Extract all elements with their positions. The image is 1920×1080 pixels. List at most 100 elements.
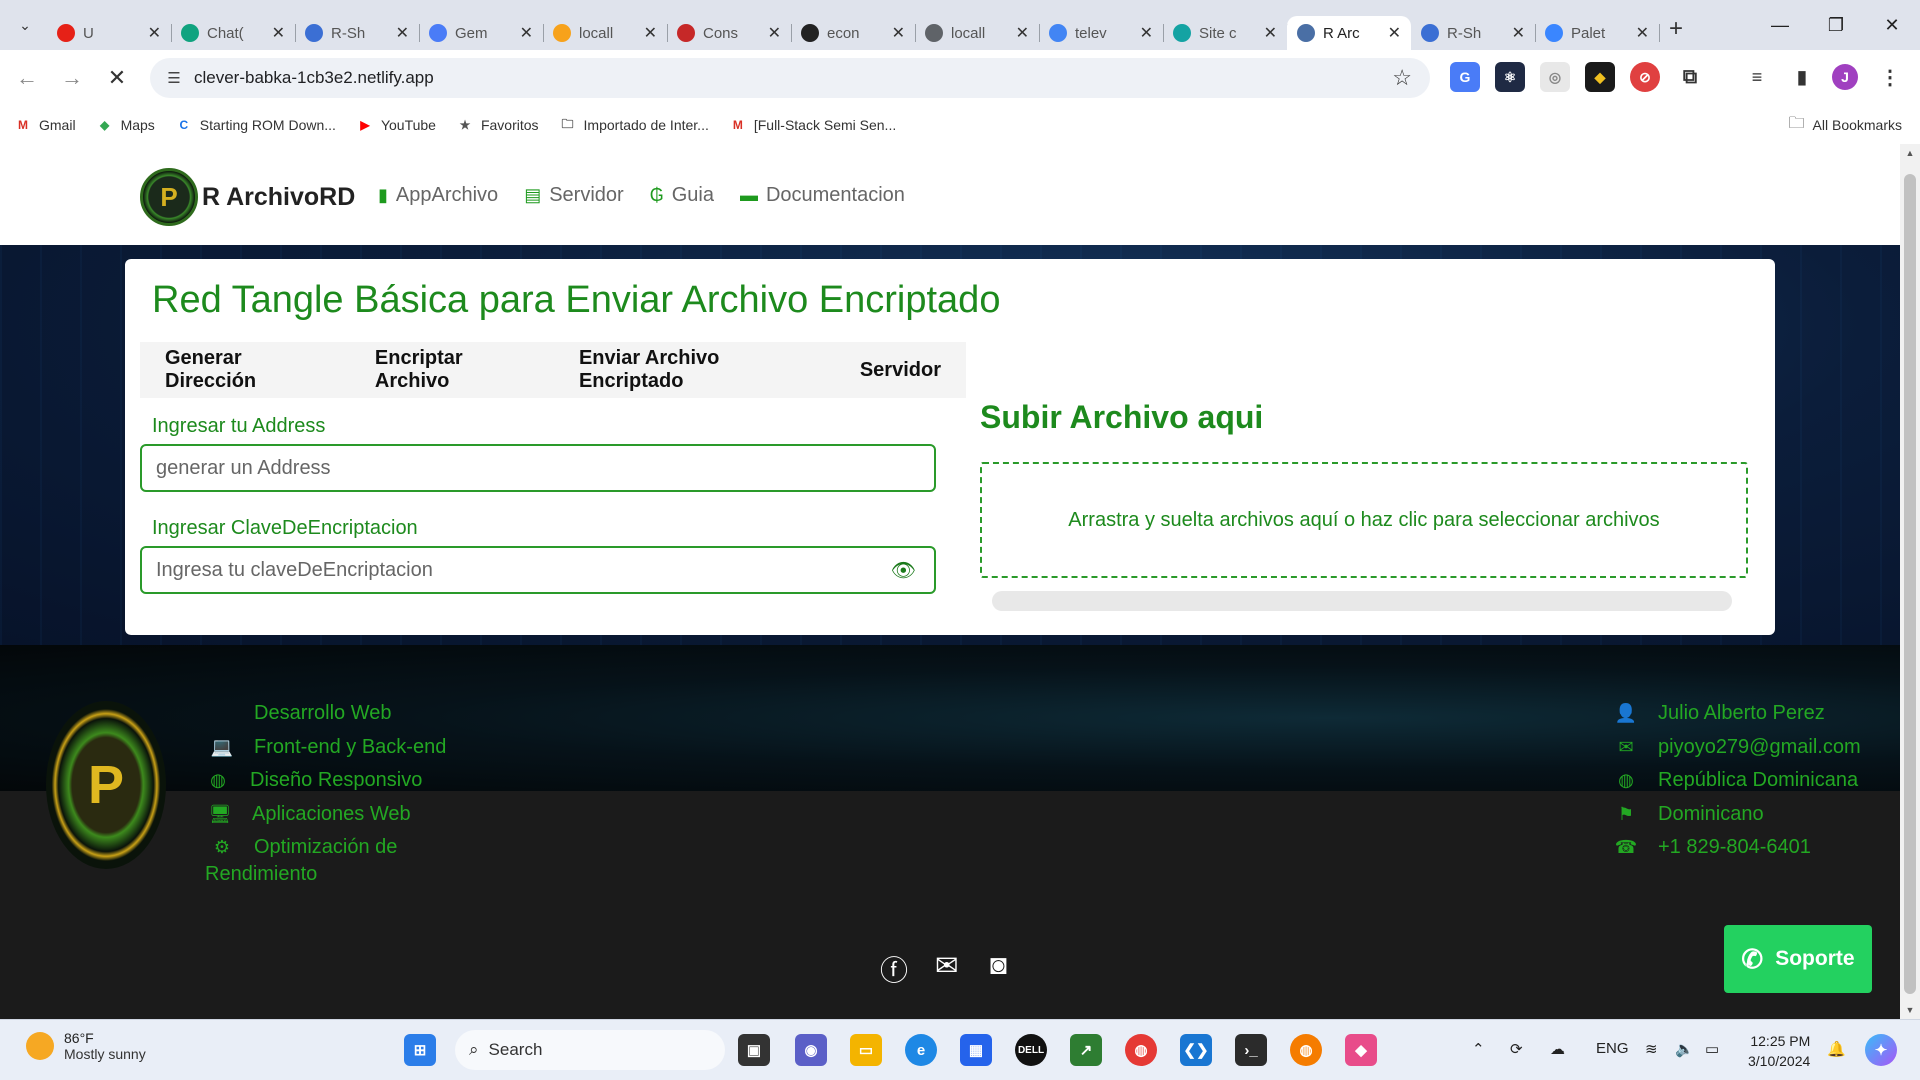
vscode-icon[interactable]: ❮❯ [1180, 1034, 1212, 1066]
restore-button[interactable]: ❐ [1808, 0, 1864, 50]
profile-avatar[interactable]: J [1832, 64, 1858, 90]
edge-icon[interactable]: e [905, 1034, 937, 1066]
wifi-icon[interactable]: ≋ [1645, 1040, 1658, 1058]
scroll-up-arrow[interactable]: ▲ [1900, 148, 1920, 158]
language-indicator[interactable]: ENG [1596, 1040, 1629, 1057]
windows-start-icon[interactable]: ⊞ [404, 1034, 436, 1066]
bookmark-item[interactable]: 🗀 Importado de Inter... [559, 116, 709, 134]
browser-tab[interactable]: R-Sh ✕ [295, 16, 420, 50]
store-icon[interactable]: ▦ [960, 1034, 992, 1066]
taskbar-search[interactable]: ⌕ Search [455, 1030, 725, 1070]
site-brand[interactable]: P R ArchivoRD [140, 168, 355, 226]
battery-icon[interactable]: ▭ [1705, 1040, 1719, 1058]
browser-tab[interactable]: Gem ✕ [419, 16, 544, 50]
browser-tab[interactable]: Cons ✕ [667, 16, 792, 50]
browser-tab[interactable]: locall ✕ [543, 16, 668, 50]
nav-link-apparchivo[interactable]: ▮ AppArchivo [378, 184, 498, 207]
file-explorer-icon[interactable]: ▭ [850, 1034, 882, 1066]
browser-tab[interactable]: R Arc ✕ [1287, 16, 1411, 50]
bookmark-item[interactable]: M Gmail [14, 116, 76, 134]
close-tab-icon[interactable]: ✕ [768, 23, 781, 43]
clock[interactable]: 12:25 PM 3/10/2024 [1748, 1031, 1810, 1071]
instagram-icon[interactable]: ◙ [990, 949, 1007, 981]
menu-kebab-icon[interactable]: ⋮ [1875, 62, 1905, 92]
scroll-down-arrow[interactable]: ▼ [1900, 1005, 1920, 1015]
bookmark-item[interactable]: ★ Favoritos [456, 116, 539, 134]
stop-loading-button[interactable]: ✕ [99, 60, 135, 96]
address-bar[interactable]: ☰ clever-babka-1cb3e2.netlify.app ☆ [150, 58, 1430, 98]
weather-widget[interactable]: 86°F Mostly sunny [26, 1030, 146, 1062]
stocks-app-icon[interactable]: ↗ [1070, 1034, 1102, 1066]
close-tab-icon[interactable]: ✕ [1388, 23, 1401, 43]
extension-circle-icon[interactable]: ◎ [1540, 62, 1570, 92]
bookmark-item[interactable]: ▶ YouTube [356, 116, 436, 134]
close-tab-icon[interactable]: ✕ [1512, 23, 1525, 43]
browser-tab[interactable]: U ✕ [47, 16, 172, 50]
scrollbar-thumb[interactable] [1904, 174, 1916, 994]
close-window-button[interactable]: ✕ [1864, 0, 1920, 50]
translate-extension-icon[interactable]: G [1450, 62, 1480, 92]
chrome-profile-icon[interactable]: ◍ [1290, 1034, 1322, 1066]
encryption-key-input[interactable]: Ingresa tu claveDeEncriptacion 👁 [140, 546, 936, 594]
bookmark-item[interactable]: C Starting ROM Down... [175, 116, 336, 134]
facebook-icon[interactable]: ⓕ [880, 949, 908, 989]
nav-link-servidor[interactable]: ▤ Servidor [524, 184, 624, 207]
close-tab-icon[interactable]: ✕ [644, 23, 657, 43]
function-tab[interactable]: Enviar Archivo Encriptado [579, 347, 810, 393]
bookmark-item[interactable]: ◆ Maps [96, 116, 155, 134]
browser-tab[interactable]: Palet ✕ [1535, 16, 1660, 50]
close-tab-icon[interactable]: ✕ [1140, 23, 1153, 43]
tab-search-button[interactable]: ⌄ [11, 11, 39, 39]
volume-icon[interactable]: 🔈 [1675, 1040, 1694, 1058]
notification-bell-icon[interactable]: 🔔 [1827, 1040, 1846, 1058]
envelope-icon[interactable]: ✉ [935, 949, 958, 982]
browser-tab[interactable]: Chat(✕ [171, 16, 296, 50]
teams-icon[interactable]: ◉ [795, 1034, 827, 1066]
sync-icon[interactable]: ⟳ [1510, 1040, 1523, 1058]
bookmark-item[interactable]: M [Full-Stack Semi Sen... [729, 116, 896, 134]
close-tab-icon[interactable]: ✕ [892, 23, 905, 43]
page-scrollbar[interactable]: ▲ ▼ [1900, 144, 1920, 1019]
nav-link-guia[interactable]: ₲ Guia [650, 184, 714, 207]
chrome-icon[interactable]: ◍ [1125, 1034, 1157, 1066]
close-tab-icon[interactable]: ✕ [1264, 23, 1277, 43]
dell-icon[interactable]: DELL [1015, 1034, 1047, 1066]
close-tab-icon[interactable]: ✕ [520, 23, 533, 43]
site-info-icon[interactable]: ☰ [154, 69, 194, 87]
url-text[interactable]: clever-babka-1cb3e2.netlify.app [194, 68, 434, 88]
new-tab-button[interactable]: + [1669, 15, 1683, 43]
file-dropzone[interactable]: Arrastra y suelta archivos aquí o haz cl… [980, 462, 1748, 578]
function-tab[interactable]: Encriptar Archivo [375, 347, 529, 393]
cloud-icon[interactable]: ☁ [1550, 1040, 1565, 1058]
bookmark-star-icon[interactable]: ☆ [1392, 65, 1412, 91]
show-password-eye-icon[interactable]: 👁 [891, 558, 916, 583]
extensions-puzzle-icon[interactable]: ⧉ [1675, 62, 1705, 92]
browser-tab[interactable]: R-Sh ✕ [1411, 16, 1536, 50]
all-bookmarks-button[interactable]: 🗀 All Bookmarks [1789, 112, 1902, 139]
browser-tab[interactable]: locall ✕ [915, 16, 1040, 50]
app-diamond-icon[interactable]: ◆ [1345, 1034, 1377, 1066]
close-tab-icon[interactable]: ✕ [1016, 23, 1029, 43]
forward-button[interactable]: → [54, 60, 90, 96]
whatsapp-support-button[interactable]: ✆ Soporte [1724, 925, 1872, 993]
red-extension-icon[interactable]: ⊘ [1630, 62, 1660, 92]
function-tab[interactable]: Servidor [860, 359, 941, 382]
close-tab-icon[interactable]: ✕ [148, 23, 161, 43]
close-tab-icon[interactable]: ✕ [1636, 23, 1649, 43]
media-control-icon[interactable]: ≡ [1742, 62, 1772, 92]
close-tab-icon[interactable]: ✕ [272, 23, 285, 43]
back-button[interactable]: ← [9, 60, 45, 96]
side-panel-icon[interactable]: ▮ [1787, 62, 1817, 92]
react-devtools-icon[interactable]: ⚛ [1495, 62, 1525, 92]
tray-chevron-icon[interactable]: ⌃ [1472, 1040, 1485, 1058]
address-input[interactable]: generar un Address [140, 444, 936, 492]
close-tab-icon[interactable]: ✕ [396, 23, 409, 43]
metamask-extension-icon[interactable]: ◆ [1585, 62, 1615, 92]
browser-tab[interactable]: Site c ✕ [1163, 16, 1288, 50]
minimize-button[interactable]: — [1752, 0, 1808, 50]
nav-link-documentacion[interactable]: ▬ Documentacion [740, 184, 905, 207]
browser-tab[interactable]: telev ✕ [1039, 16, 1164, 50]
browser-tab[interactable]: econ ✕ [791, 16, 916, 50]
terminal-icon[interactable]: ›_ [1235, 1034, 1267, 1066]
task-view-icon[interactable]: ▣ [738, 1034, 770, 1066]
